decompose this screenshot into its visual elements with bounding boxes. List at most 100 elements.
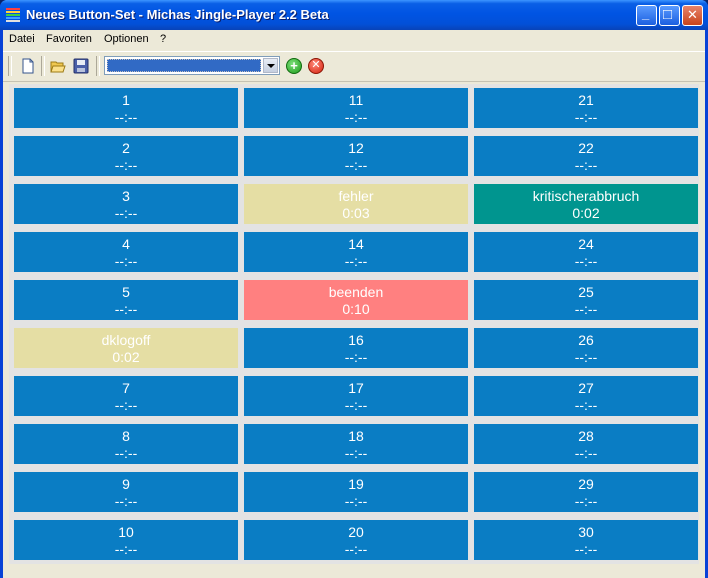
jingle-button[interactable]: beenden 0:10 <box>244 280 468 320</box>
jingle-label: 26 <box>578 332 594 348</box>
jingle-label: 9 <box>122 476 130 492</box>
jingle-button[interactable]: 28 --:-- <box>474 424 698 464</box>
jingle-button[interactable]: fehler 0:03 <box>244 184 468 224</box>
jingle-duration: --:-- <box>344 397 368 413</box>
jingle-button-grid: 1 --:-- 2 --:-- 3 --:-- 4 --:-- 5 --:-- dklogoff 0:… <box>9 84 699 564</box>
menu-favoriten[interactable]: Favoriten <box>46 33 92 45</box>
jingle-button[interactable]: 1 --:-- <box>14 88 238 128</box>
delete-icon: ✕ <box>311 59 321 71</box>
jingle-duration: --:-- <box>574 493 598 509</box>
jingle-label: 14 <box>348 236 364 252</box>
jingle-duration: --:-- <box>344 445 368 461</box>
jingle-button[interactable]: 19 --:-- <box>244 472 468 512</box>
window-title: Neues Button-Set - Michas Jingle-Player … <box>26 7 329 22</box>
jingle-duration: --:-- <box>114 301 138 317</box>
jingle-duration: --:-- <box>574 541 598 557</box>
folder-icon[interactable] <box>50 58 66 74</box>
jingle-duration: --:-- <box>574 349 598 365</box>
jingle-label: 30 <box>578 524 594 540</box>
jingle-label: 21 <box>578 92 594 108</box>
jingle-button[interactable]: 30 --:-- <box>474 520 698 560</box>
jingle-label: 22 <box>578 140 594 156</box>
add-button[interactable]: + <box>286 58 302 74</box>
jingle-label: 2 <box>122 140 130 156</box>
jingle-button[interactable]: 3 --:-- <box>14 184 238 224</box>
chevron-down-icon[interactable] <box>263 58 278 73</box>
combo-selection <box>107 59 261 72</box>
jingle-label: 11 <box>348 92 364 108</box>
jingle-button[interactable]: 10 --:-- <box>14 520 238 560</box>
jingle-button[interactable]: dklogoff 0:02 <box>14 328 238 368</box>
jingle-duration: --:-- <box>344 253 368 269</box>
plus-icon: + <box>290 58 298 73</box>
jingle-duration: --:-- <box>574 253 598 269</box>
jingle-duration: --:-- <box>344 349 368 365</box>
close-button[interactable]: ✕ <box>682 5 703 26</box>
jingle-duration: 0:10 <box>342 301 370 317</box>
jingle-duration: --:-- <box>344 493 368 509</box>
toolbar-grip[interactable] <box>8 56 12 76</box>
menu-help[interactable]: ? <box>160 33 166 45</box>
jingle-label: beenden <box>328 284 384 300</box>
jingle-label: 3 <box>122 188 130 204</box>
jingle-button[interactable]: 8 --:-- <box>14 424 238 464</box>
jingle-button[interactable]: 7 --:-- <box>14 376 238 416</box>
floppy-disk-icon[interactable] <box>73 58 89 74</box>
menu-bar: Datei Favoriten Optionen ? <box>3 30 705 50</box>
toolbar: + ✕ <box>3 51 705 82</box>
jingle-button[interactable]: 5 --:-- <box>14 280 238 320</box>
jingle-button[interactable]: 21 --:-- <box>474 88 698 128</box>
document-icon[interactable] <box>20 58 36 74</box>
minimize-button[interactable]: _ <box>636 5 657 26</box>
jingle-button[interactable]: 16 --:-- <box>244 328 468 368</box>
jingle-duration: --:-- <box>574 157 598 173</box>
jingle-label: 5 <box>122 284 130 300</box>
jingle-button[interactable]: 4 --:-- <box>14 232 238 272</box>
status-bar <box>3 565 705 578</box>
jingle-button[interactable]: 17 --:-- <box>244 376 468 416</box>
jingle-label: 18 <box>348 428 364 444</box>
jingle-button[interactable]: 29 --:-- <box>474 472 698 512</box>
jingle-duration: --:-- <box>114 397 138 413</box>
maximize-button[interactable]: □ <box>659 5 680 26</box>
jingle-button[interactable]: kritischerabbruch 0:02 <box>474 184 698 224</box>
jingle-button[interactable]: 11 --:-- <box>244 88 468 128</box>
button-set-combo[interactable] <box>104 56 280 75</box>
jingle-duration: --:-- <box>114 493 138 509</box>
jingle-duration: --:-- <box>574 301 598 317</box>
jingle-button[interactable]: 9 --:-- <box>14 472 238 512</box>
jingle-button[interactable]: 2 --:-- <box>14 136 238 176</box>
jingle-label: 12 <box>348 140 364 156</box>
jingle-label: 29 <box>578 476 594 492</box>
jingle-duration: --:-- <box>114 205 138 221</box>
jingle-duration: --:-- <box>344 157 368 173</box>
menu-datei[interactable]: Datei <box>9 33 35 45</box>
jingle-label: 10 <box>118 524 134 540</box>
jingle-label: 17 <box>348 380 364 396</box>
jingle-button[interactable]: 26 --:-- <box>474 328 698 368</box>
delete-button[interactable]: ✕ <box>308 58 324 74</box>
jingle-label: 24 <box>578 236 594 252</box>
title-bar[interactable]: Neues Button-Set - Michas Jingle-Player … <box>0 0 708 30</box>
jingle-button[interactable]: 27 --:-- <box>474 376 698 416</box>
jingle-duration: 0:03 <box>342 205 370 221</box>
jingle-duration: --:-- <box>114 541 138 557</box>
jingle-label: 16 <box>348 332 364 348</box>
jingle-button[interactable]: 22 --:-- <box>474 136 698 176</box>
jingle-duration: --:-- <box>344 109 368 125</box>
maximize-icon: □ <box>663 6 673 23</box>
jingle-duration: 0:02 <box>572 205 600 221</box>
jingle-duration: --:-- <box>574 445 598 461</box>
minimize-icon: _ <box>642 6 650 21</box>
jingle-button[interactable]: 20 --:-- <box>244 520 468 560</box>
app-window: Neues Button-Set - Michas Jingle-Player … <box>0 0 708 578</box>
jingle-button[interactable]: 12 --:-- <box>244 136 468 176</box>
jingle-button[interactable]: 25 --:-- <box>474 280 698 320</box>
jingle-button[interactable]: 24 --:-- <box>474 232 698 272</box>
menu-optionen[interactable]: Optionen <box>104 33 149 45</box>
jingle-button[interactable]: 18 --:-- <box>244 424 468 464</box>
jingle-button[interactable]: 14 --:-- <box>244 232 468 272</box>
jingle-duration: --:-- <box>344 541 368 557</box>
toolbar-separator <box>96 56 100 76</box>
jingle-label: 4 <box>122 236 130 252</box>
